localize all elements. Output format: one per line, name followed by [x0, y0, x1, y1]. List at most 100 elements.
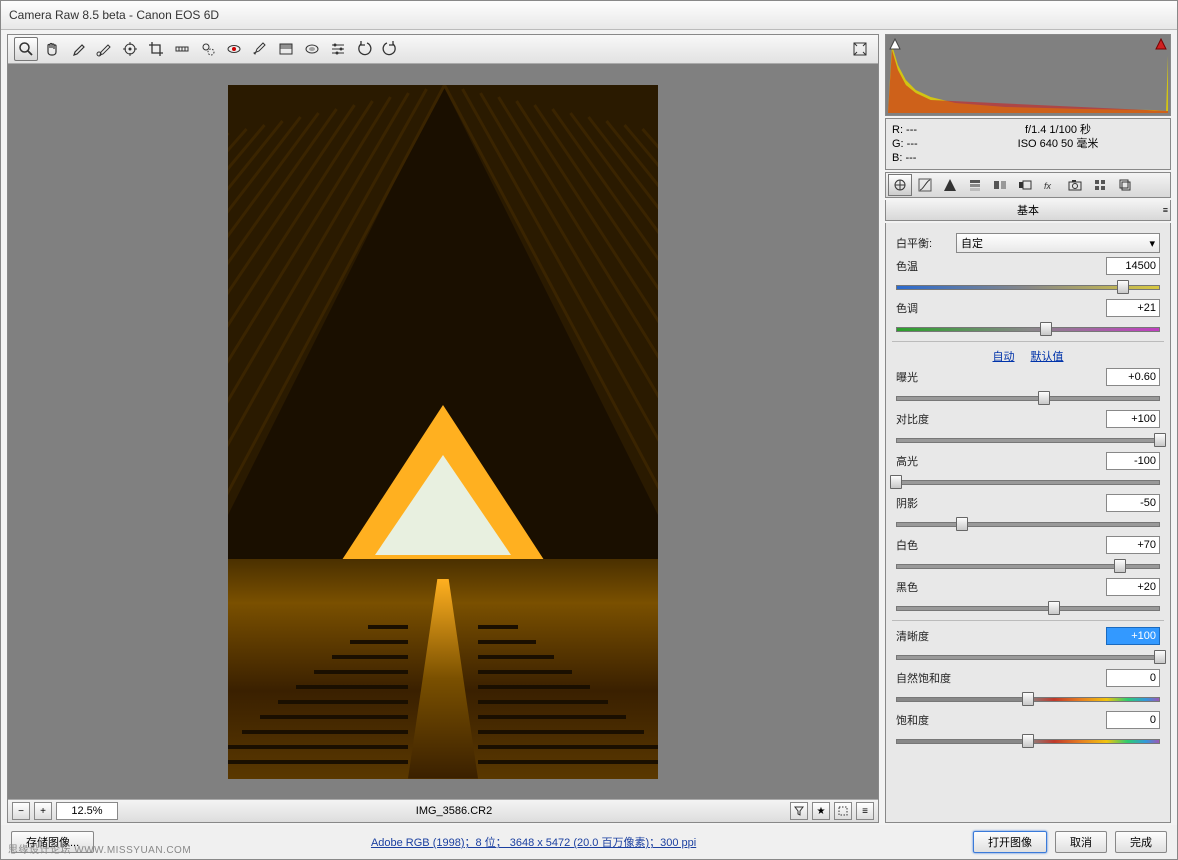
slider-blacks[interactable]: [896, 600, 1160, 614]
slider-clarity[interactable]: [896, 649, 1160, 663]
done-button[interactable]: 完成: [1115, 831, 1167, 853]
zoom-value[interactable]: 12.5%: [56, 802, 118, 820]
tab-lens-icon[interactable]: [1013, 174, 1037, 196]
slider-shadows[interactable]: [896, 516, 1160, 530]
divider: [892, 341, 1164, 342]
divider: [892, 620, 1164, 621]
label-tint: 色调: [896, 300, 950, 316]
slider-tint[interactable]: [896, 321, 1160, 335]
tab-curve-icon[interactable]: [913, 174, 937, 196]
slider-vibrance[interactable]: [896, 691, 1160, 705]
auto-link[interactable]: 自动: [993, 351, 1015, 363]
value-temp[interactable]: 14500: [1106, 257, 1160, 275]
preferences-icon[interactable]: [326, 37, 350, 61]
thumb-tint[interactable]: [1040, 322, 1052, 336]
panel-tabs: fx: [885, 172, 1171, 198]
wb-value: 自定: [961, 235, 983, 251]
row-clarity: 清晰度+100: [896, 627, 1160, 645]
label-whites: 白色: [896, 537, 950, 553]
panel-menu-icon[interactable]: ≡: [1163, 205, 1166, 215]
value-vibrance[interactable]: 0: [1106, 669, 1160, 687]
left-pane: for(let i=0;i<24;i++){document.write('<d…: [7, 34, 879, 823]
rotate-ccw-icon[interactable]: [352, 37, 376, 61]
slider-whites[interactable]: [896, 558, 1160, 572]
thumb-vibrance[interactable]: [1022, 692, 1034, 706]
thumb-contrast[interactable]: [1154, 433, 1166, 447]
rating-icon[interactable]: ★: [812, 802, 830, 820]
photo-preview: for(let i=0;i<24;i++){document.write('<d…: [228, 85, 658, 779]
targeted-adjust-icon[interactable]: [118, 37, 142, 61]
row-blacks: 黑色+20: [896, 578, 1160, 596]
rotate-cw-icon[interactable]: [378, 37, 402, 61]
straighten-tool-icon[interactable]: [170, 37, 194, 61]
thumb-exposure[interactable]: [1038, 391, 1050, 405]
tab-split-icon[interactable]: [988, 174, 1012, 196]
shadow-clip-icon[interactable]: [888, 37, 902, 51]
tab-basic-icon[interactable]: [888, 174, 912, 196]
basic-panel: 白平衡: 自定 ▾ 色温14500色调+21自动默认值曝光+0.60对比度+10…: [885, 223, 1171, 823]
crop-tool-icon[interactable]: [144, 37, 168, 61]
value-saturation[interactable]: 0: [1106, 711, 1160, 729]
preview-area[interactable]: for(let i=0;i<24;i++){document.write('<d…: [8, 64, 878, 799]
main-row: for(let i=0;i<24;i++){document.write('<d…: [1, 30, 1177, 825]
color-sampler-icon[interactable]: [92, 37, 116, 61]
tab-detail-icon[interactable]: [938, 174, 962, 196]
tab-fx-icon[interactable]: fx: [1038, 174, 1062, 196]
select-all-icon[interactable]: [834, 802, 852, 820]
spot-removal-icon[interactable]: [196, 37, 220, 61]
zoom-out-button[interactable]: −: [12, 802, 30, 820]
open-image-button[interactable]: 打开图像: [973, 831, 1047, 853]
thumb-highlights[interactable]: [890, 475, 902, 489]
value-highlights[interactable]: -100: [1106, 452, 1160, 470]
zoom-in-button[interactable]: +: [34, 802, 52, 820]
thumb-temp[interactable]: [1117, 280, 1129, 294]
thumb-whites[interactable]: [1114, 559, 1126, 573]
zoom-tool-icon[interactable]: [14, 37, 38, 61]
value-contrast[interactable]: +100: [1106, 410, 1160, 428]
value-whites[interactable]: +70: [1106, 536, 1160, 554]
svg-text:fx: fx: [1044, 181, 1052, 191]
track-highlights: [896, 480, 1160, 485]
radial-filter-icon[interactable]: [300, 37, 324, 61]
menu-icon[interactable]: ≡: [856, 802, 874, 820]
wb-eyedropper-icon[interactable]: [66, 37, 90, 61]
hand-tool-icon[interactable]: [40, 37, 64, 61]
fullscreen-icon[interactable]: [848, 37, 872, 61]
row-shadows: 阴影-50: [896, 494, 1160, 512]
slider-contrast[interactable]: [896, 432, 1160, 446]
filter-icon[interactable]: [790, 802, 808, 820]
cancel-button[interactable]: 取消: [1055, 831, 1107, 853]
value-exposure[interactable]: +0.60: [1106, 368, 1160, 386]
highlight-clip-icon[interactable]: [1154, 37, 1168, 51]
tab-snapshots-icon[interactable]: [1113, 174, 1137, 196]
slider-exposure[interactable]: [896, 390, 1160, 404]
tab-camera-icon[interactable]: [1063, 174, 1087, 196]
thumb-blacks[interactable]: [1048, 601, 1060, 615]
thumb-saturation[interactable]: [1022, 734, 1034, 748]
redeye-tool-icon[interactable]: [222, 37, 246, 61]
value-clarity[interactable]: +100: [1106, 627, 1160, 645]
thumb-clarity[interactable]: [1154, 650, 1166, 664]
track-exposure: [896, 396, 1160, 401]
adjust-brush-icon[interactable]: [248, 37, 272, 61]
graduated-filter-icon[interactable]: [274, 37, 298, 61]
tab-presets-icon[interactable]: [1088, 174, 1112, 196]
thumb-shadows[interactable]: [956, 517, 968, 531]
value-tint[interactable]: +21: [1106, 299, 1160, 317]
value-blacks[interactable]: +20: [1106, 578, 1160, 596]
row-vibrance: 自然饱和度 0: [896, 669, 1160, 687]
row-whites: 白色 +70: [896, 536, 1160, 554]
default-link[interactable]: 默认值: [1031, 351, 1064, 363]
slider-temp[interactable]: [896, 279, 1160, 293]
slider-highlights[interactable]: [896, 474, 1160, 488]
label-vibrance: 自然饱和度: [896, 670, 970, 686]
row-exposure: 曝光+0.60: [896, 368, 1160, 386]
auto-default-links: 自动 默认值: [896, 348, 1160, 364]
slider-saturation[interactable]: [896, 733, 1160, 747]
tab-hsl-icon[interactable]: [963, 174, 987, 196]
workflow-link[interactable]: Adobe RGB (1998)；8 位； 3648 x 5472 (20.0 …: [371, 837, 696, 849]
value-shadows[interactable]: -50: [1106, 494, 1160, 512]
wb-select[interactable]: 自定 ▾: [956, 233, 1160, 253]
histogram[interactable]: [885, 34, 1171, 116]
titlebar: Camera Raw 8.5 beta - Canon EOS 6D: [1, 1, 1177, 30]
